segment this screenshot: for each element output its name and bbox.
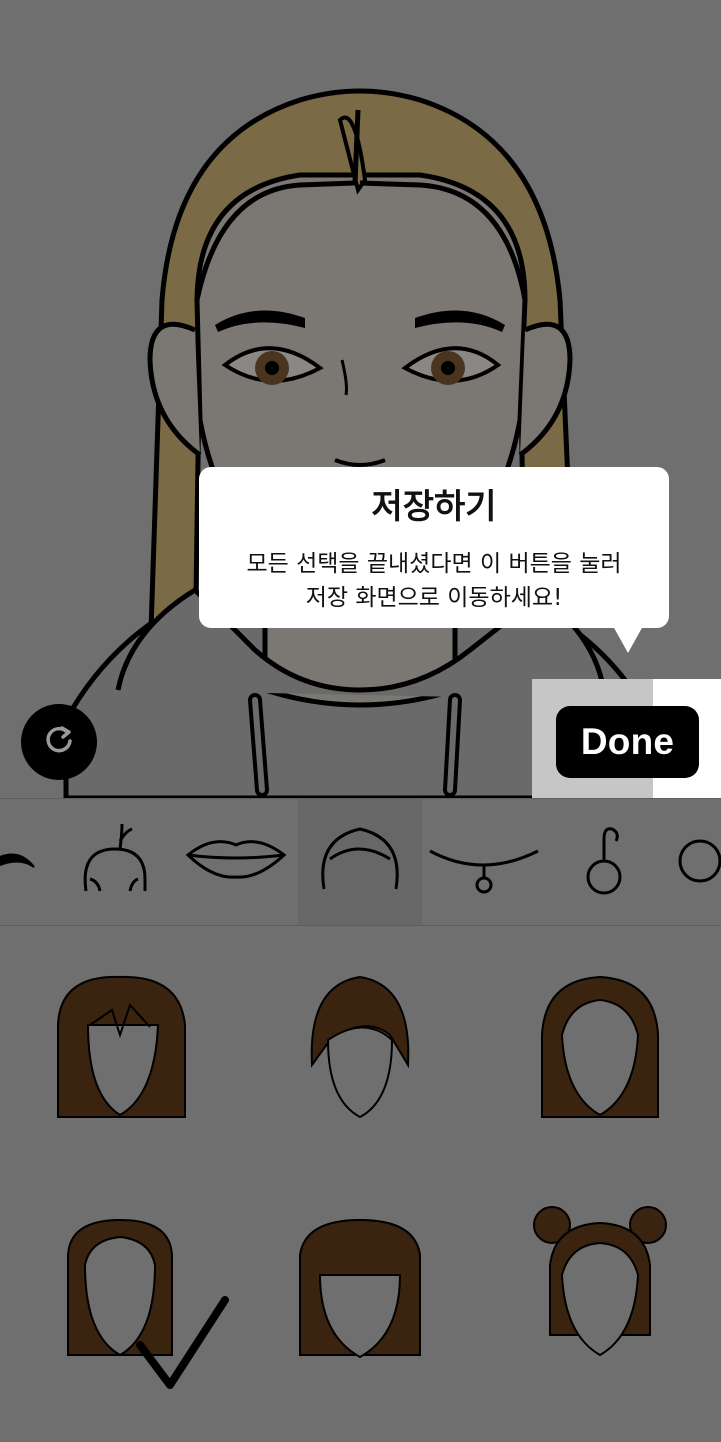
hair-option-short-sidepart[interactable] xyxy=(240,945,480,1185)
hair-icon xyxy=(298,827,422,925)
earring-tab[interactable] xyxy=(544,799,662,925)
tooltip-line-2: 저장 화면으로 이동하세요! xyxy=(305,585,563,611)
lips-tab[interactable] xyxy=(178,799,298,925)
checkmark-icon xyxy=(135,1295,235,1399)
category-tabs xyxy=(0,798,721,926)
reset-button[interactable] xyxy=(21,704,97,780)
avatar-editor-screen: Done 저장하기 모든 선택을 끝내셨다면 이 버튼을 눌러 저장 화면으로 … xyxy=(0,0,721,1442)
rotate-reset-icon xyxy=(42,723,76,761)
hair-options-grid xyxy=(0,925,721,1442)
hoop-earring-icon xyxy=(544,827,662,925)
hair-option-blunt-bangs[interactable] xyxy=(240,1185,480,1425)
save-tooltip: 저장하기 모든 선택을 끝내셨다면 이 버튼을 눌러 저장 화면으로 이동하세요… xyxy=(199,467,669,628)
ring-tab[interactable] xyxy=(662,799,721,925)
hair-option-bob-bangs[interactable] xyxy=(0,945,240,1185)
hair-option-space-buns[interactable] xyxy=(480,1185,720,1425)
hair-option-centerpart-medium[interactable] xyxy=(480,945,720,1185)
lips-icon xyxy=(178,840,298,925)
headband-tab[interactable] xyxy=(60,799,178,925)
tooltip-line-1: 모든 선택을 끝내셨다면 이 버튼을 눌러 xyxy=(246,551,622,577)
eyebrow-icon xyxy=(0,853,60,925)
eyebrow-tab[interactable] xyxy=(0,799,60,925)
antler-headband-icon xyxy=(60,823,178,925)
hair-tab[interactable] xyxy=(298,799,422,925)
tooltip-title: 저장하기 xyxy=(371,487,497,527)
tooltip-arrow xyxy=(613,626,643,653)
necklace-tab[interactable] xyxy=(422,799,544,925)
necklace-icon xyxy=(422,849,544,925)
tooltip-body: 모든 선택을 끝내셨다면 이 버튼을 눌러 저장 화면으로 이동하세요! xyxy=(209,547,659,615)
done-button[interactable]: Done xyxy=(556,706,699,778)
ring-icon xyxy=(662,839,721,925)
